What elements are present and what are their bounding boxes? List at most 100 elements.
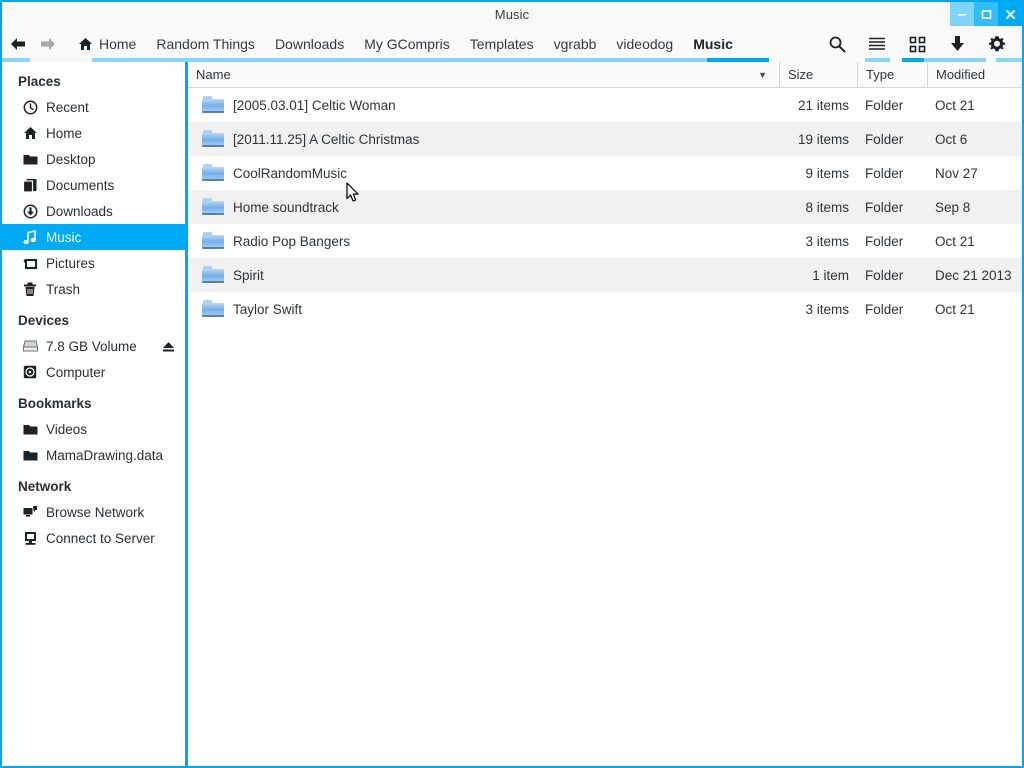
breadcrumb-item-music[interactable]: Music — [683, 32, 743, 56]
chevron-down-icon[interactable]: ▼ — [758, 70, 771, 80]
sidebar-item-volume[interactable]: 7.8 GB Volume — [2, 333, 185, 359]
window-title: Music — [494, 6, 530, 22]
cell-type: Folder — [865, 301, 904, 317]
cell-size: 1 item — [812, 267, 849, 283]
sidebar-item-home[interactable]: Home — [2, 120, 185, 146]
gear-icon[interactable] — [986, 33, 1008, 55]
sidebar-section-bookmarks: Bookmarks — [18, 396, 92, 411]
cell-modified: Dec 21 2013 — [935, 267, 1012, 283]
breadcrumb-label: Downloads — [274, 36, 345, 52]
home-icon — [78, 37, 93, 51]
sidebar-item-music[interactable]: Music — [2, 224, 185, 250]
breadcrumb-item-home[interactable]: Home — [70, 32, 146, 56]
sidebar-item-documents[interactable]: Documents — [2, 172, 185, 198]
sidebar-item-downloads[interactable]: Downloads — [2, 198, 185, 224]
table-row[interactable]: Spirit 1 item Folder Dec 21 2013 — [188, 258, 1022, 292]
table-row[interactable]: CoolRandomMusic 9 items Folder Nov 27 — [188, 156, 1022, 190]
cell-modified: Oct 21 — [935, 233, 975, 249]
cell-modified: Sep 8 — [935, 199, 971, 215]
folder-icon — [202, 96, 224, 114]
column-header-size[interactable]: Size — [779, 61, 857, 88]
cell-type: Folder — [865, 165, 904, 181]
sidebar-item-label: Connect to Server — [46, 530, 155, 546]
sidebar-item-label: MamaDrawing.data — [46, 447, 164, 463]
cell-size: 9 items — [805, 165, 849, 181]
eject-icon[interactable] — [161, 339, 175, 353]
sidebar-item-label: Downloads — [46, 203, 113, 219]
breadcrumb-label: My GCompris — [364, 36, 450, 52]
cell-name: Home soundtrack — [188, 190, 779, 224]
sidebar-item-pictures[interactable]: Pictures — [2, 250, 185, 276]
sidebar-item-label: Home — [46, 125, 83, 141]
music-note-icon — [22, 229, 38, 245]
cell-name: [2005.03.01] Celtic Woman — [188, 88, 779, 122]
sidebar-item-computer[interactable]: Computer — [2, 359, 185, 385]
sidebar-item-browse-network[interactable]: Browse Network — [2, 499, 185, 525]
clock-icon — [22, 99, 38, 115]
sidebar-section-devices: Devices — [18, 313, 70, 328]
sidebar-item-label: Desktop — [46, 151, 96, 167]
column-header-type[interactable]: Type — [857, 61, 927, 88]
sidebar-section-network: Network — [18, 479, 72, 494]
sidebar-item-label: Computer — [46, 364, 106, 380]
sidebar-item-recent[interactable]: Recent — [2, 94, 185, 120]
file-manager-window: Music Home Random Things Downloads My GC… — [0, 0, 1024, 768]
forward-button[interactable] — [38, 34, 58, 54]
folder-icon — [202, 266, 224, 284]
table-row[interactable]: [2011.11.25] A Celtic Christmas 19 items… — [188, 122, 1022, 156]
home-icon — [22, 125, 38, 141]
sidebar-item-label: Music — [46, 229, 82, 245]
column-header-modified[interactable]: Modified — [927, 61, 1022, 88]
cell-modified: Oct 21 — [935, 97, 975, 113]
breadcrumb-label: Home — [99, 36, 137, 52]
sidebar-item-connect-to-server[interactable]: Connect to Server — [2, 525, 185, 551]
folder-icon — [22, 151, 38, 167]
cell-name: Taylor Swift — [188, 292, 779, 326]
folder-icon — [202, 164, 224, 182]
close-button[interactable] — [998, 2, 1022, 26]
column-header-label: Type — [866, 67, 895, 82]
cell-modified: Nov 27 — [935, 165, 978, 181]
back-button[interactable] — [8, 34, 28, 54]
sidebar-section-places: Places — [18, 74, 61, 89]
breadcrumb-item-downloads[interactable]: Downloads — [265, 32, 354, 56]
file-rows: [2005.03.01] Celtic Woman 21 items Folde… — [188, 88, 1022, 766]
table-row[interactable]: Radio Pop Bangers 3 items Folder Oct 21 — [188, 224, 1022, 258]
file-name: Spirit — [233, 267, 264, 283]
sidebar-item-desktop[interactable]: Desktop — [2, 146, 185, 172]
sidebar-item-label: Trash — [46, 281, 81, 297]
server-icon — [22, 530, 38, 546]
breadcrumb-label: videodog — [616, 36, 674, 52]
cell-size: 3 items — [805, 233, 849, 249]
table-row[interactable]: [2005.03.01] Celtic Woman 21 items Folde… — [188, 88, 1022, 122]
sidebar-item-videos[interactable]: Videos — [2, 416, 185, 442]
sidebar-item-mamadrawing-data[interactable]: MamaDrawing.data — [2, 442, 185, 468]
cell-size: 21 items — [797, 97, 849, 113]
grid-view-icon[interactable] — [906, 33, 928, 55]
minimize-button[interactable] — [950, 2, 974, 26]
download-icon[interactable] — [946, 33, 968, 55]
title-bar: Music — [2, 2, 1022, 26]
cell-type: Folder — [865, 233, 904, 249]
trash-icon — [22, 281, 38, 297]
breadcrumb-item-my-gcompris[interactable]: My GCompris — [354, 32, 460, 56]
computer-icon — [22, 364, 38, 380]
table-row[interactable]: Taylor Swift 3 items Folder Oct 21 — [188, 292, 1022, 326]
column-header-name[interactable]: Name ▼ — [188, 62, 779, 88]
breadcrumb-item-vgrabb[interactable]: vgrabb — [544, 32, 607, 56]
main-body: Places Recent Home Desktop Documents Dow… — [2, 61, 1022, 766]
folder-icon — [202, 232, 224, 250]
cell-name: [2011.11.25] A Celtic Christmas — [188, 122, 779, 156]
breadcrumb-item-random-things[interactable]: Random Things — [146, 32, 265, 56]
sidebar-item-trash[interactable]: Trash — [2, 276, 185, 302]
list-view-icon[interactable] — [866, 33, 888, 55]
sidebar-item-label: Videos — [46, 421, 88, 437]
file-name: Taylor Swift — [233, 301, 303, 317]
breadcrumb-item-videodog[interactable]: videodog — [606, 32, 683, 56]
maximize-button[interactable] — [974, 2, 998, 26]
search-icon[interactable] — [826, 33, 848, 55]
table-row[interactable]: Home soundtrack 8 items Folder Sep 8 — [188, 190, 1022, 224]
sidebar-item-label: 7.8 GB Volume — [46, 338, 137, 354]
breadcrumb-item-templates[interactable]: Templates — [460, 32, 544, 56]
cell-type: Folder — [865, 199, 904, 215]
